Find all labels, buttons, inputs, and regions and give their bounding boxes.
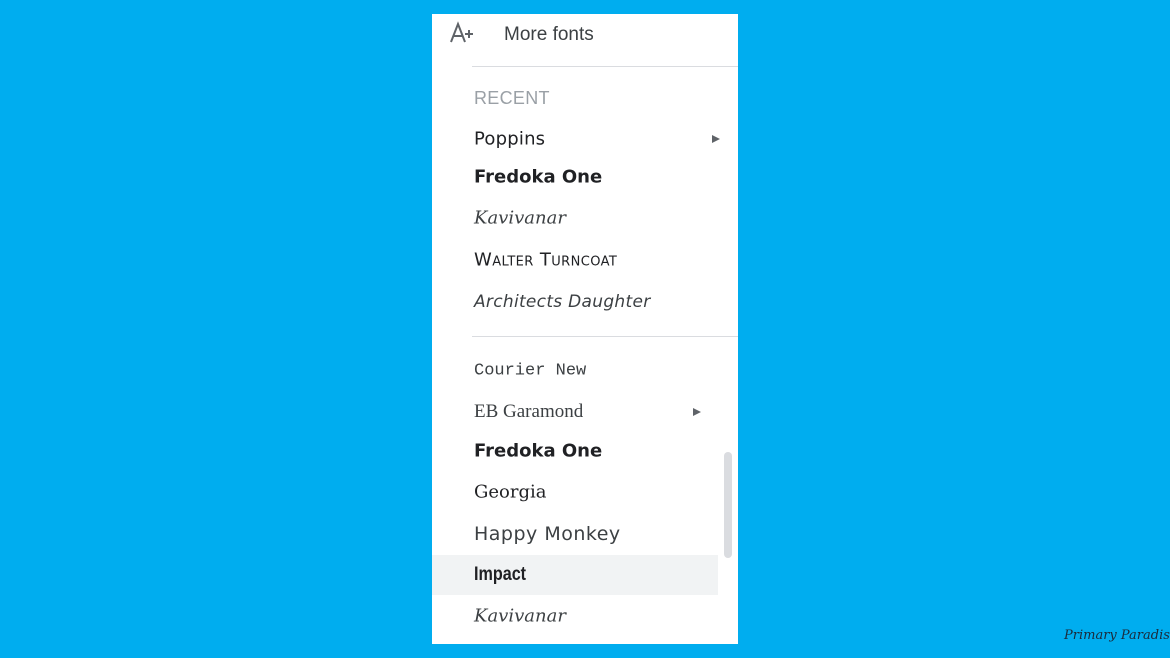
menu-divider [472, 66, 738, 67]
font-dropdown-menu: More fonts RECENT Poppins Fredoka One Ka… [432, 14, 738, 644]
font-name-label: Architects Daughter [474, 292, 651, 312]
recent-font-item-poppins[interactable]: Poppins [432, 119, 720, 159]
submenu-arrow-icon [693, 408, 701, 416]
font-name-label: Poppins [474, 128, 546, 150]
watermark-logo: Primary Paradise [1064, 628, 1170, 643]
font-item-courier-new[interactable]: Courier New [432, 351, 720, 391]
font-item-georgia[interactable]: Georgia [432, 472, 720, 512]
recent-font-item-walter-turncoat[interactable]: Walter Turncoat [432, 240, 720, 280]
font-name-label: Courier New [474, 361, 587, 381]
font-item-happy-monkey[interactable]: Happy Monkey [432, 514, 720, 554]
font-name-label: Kavivanar [474, 605, 566, 627]
submenu-arrow-icon [712, 135, 720, 143]
font-name-label: Impact [474, 564, 527, 585]
font-item-fredoka-one[interactable]: Fredoka One [432, 431, 720, 471]
recent-font-item-architects-daughter[interactable]: Architects Daughter [432, 282, 720, 322]
recent-section-header: RECENT [474, 88, 550, 108]
more-fonts-menu-item[interactable]: More fonts [432, 14, 738, 64]
font-name-label: Fredoka One [474, 166, 603, 188]
font-name-label: Fredoka One [474, 440, 603, 462]
font-item-impact[interactable]: Impact [432, 555, 718, 595]
font-name-label: Happy Monkey [474, 523, 621, 545]
menu-divider [472, 336, 738, 337]
font-name-label: EB Garamond [474, 401, 584, 422]
recent-font-item-kavivanar[interactable]: Kavivanar [432, 198, 720, 238]
font-item-eb-garamond[interactable]: EB Garamond [432, 392, 720, 432]
font-item-kavivanar[interactable]: Kavivanar [432, 596, 720, 636]
recent-font-item-fredoka-one[interactable]: Fredoka One [432, 157, 720, 197]
font-name-label: Kavivanar [474, 207, 566, 229]
font-name-label: Georgia [474, 481, 547, 503]
menu-scrollbar[interactable] [724, 452, 732, 558]
more-fonts-label: More fonts [504, 24, 594, 45]
font-add-icon [450, 21, 473, 43]
font-name-label: Walter Turncoat [474, 249, 618, 271]
